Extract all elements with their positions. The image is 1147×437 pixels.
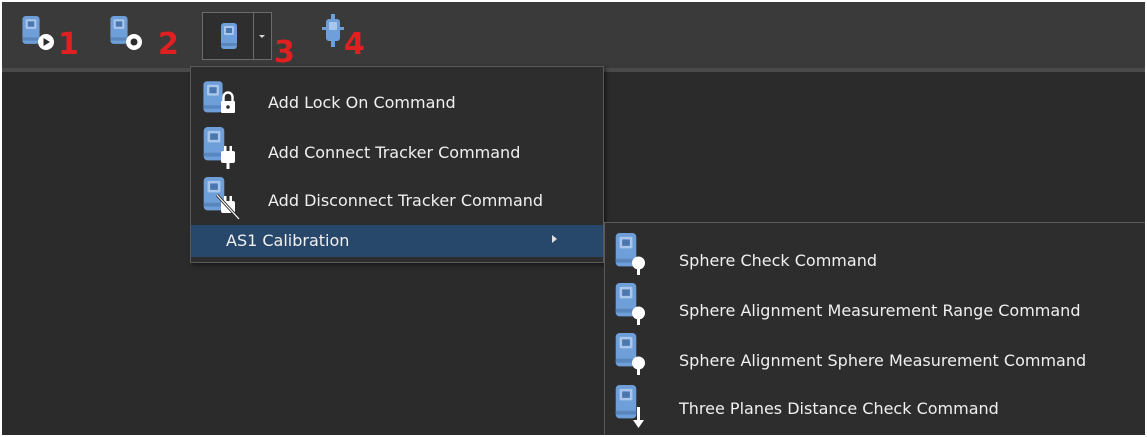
tool-3-button[interactable]: [202, 12, 254, 60]
tracker-probe-icon: [322, 14, 344, 47]
menu-item-as1-calibration[interactable]: AS1 Calibration: [191, 225, 603, 257]
tracker-unplug-icon: [203, 177, 241, 221]
tracker-arrow-down-icon: [615, 385, 644, 428]
tracker-sphere-icon: [615, 233, 645, 275]
submenu-item-sphere-alignment-range[interactable]: Sphere Alignment Measurement Range Comma…: [605, 279, 1145, 329]
tracker-stop-icon: [110, 16, 142, 50]
chevron-down-icon: [259, 35, 265, 38]
menu-item-label: Three Planes Distance Check Command: [679, 399, 999, 418]
tool-1-button[interactable]: 1: [12, 2, 92, 68]
tracker-plug-icon: [203, 127, 235, 169]
menu-item-label: AS1 Calibration: [226, 231, 350, 250]
submenu-as1-calibration: Sphere Check Command Sphere Alignment Me…: [604, 222, 1145, 435]
menu-item-add-disconnect-tracker[interactable]: Add Disconnect Tracker Command: [191, 175, 603, 223]
toolbar: 1 2 3 4: [2, 2, 1145, 72]
tracker-sphere-icon: [615, 333, 645, 375]
tool-2-button[interactable]: 2: [100, 2, 190, 68]
tracker-play-icon: [22, 16, 54, 50]
menu-item-label: Add Disconnect Tracker Command: [268, 191, 544, 210]
menu-item-label: Add Lock On Command: [268, 93, 456, 112]
menu-item-label: Sphere Alignment Sphere Measurement Comm…: [679, 351, 1087, 370]
tool-number: 2: [158, 27, 179, 62]
tracker-sphere-icon: [615, 283, 645, 325]
submenu-item-sphere-alignment-sphere[interactable]: Sphere Alignment Sphere Measurement Comm…: [605, 331, 1145, 381]
app-window: 1 2 3 4 Add Lock On Command Add Connect …: [2, 2, 1145, 435]
tracker-icon: [221, 23, 237, 49]
menu-item-add-connect-tracker[interactable]: Add Connect Tracker Command: [191, 125, 603, 173]
menu-item-label: Sphere Check Command: [679, 251, 877, 270]
tool-number: 1: [58, 27, 79, 62]
dropdown-menu: Add Lock On Command Add Connect Tracker …: [190, 66, 604, 263]
menu-item-label: Add Connect Tracker Command: [268, 143, 521, 162]
menu-item-add-lock-on[interactable]: Add Lock On Command: [191, 75, 603, 123]
tracker-lock-icon: [203, 81, 235, 113]
tool-4-button[interactable]: 4: [314, 2, 384, 68]
tool-number: 4: [344, 27, 365, 62]
tool-number: 3: [274, 35, 295, 70]
submenu-arrow-icon: [552, 235, 557, 243]
menu-item-label: Sphere Alignment Measurement Range Comma…: [679, 301, 1081, 320]
submenu-item-sphere-check[interactable]: Sphere Check Command: [605, 227, 1145, 277]
tool-3-dropdown-button[interactable]: [254, 12, 272, 60]
submenu-item-three-planes-distance-check[interactable]: Three Planes Distance Check Command: [605, 383, 1145, 433]
